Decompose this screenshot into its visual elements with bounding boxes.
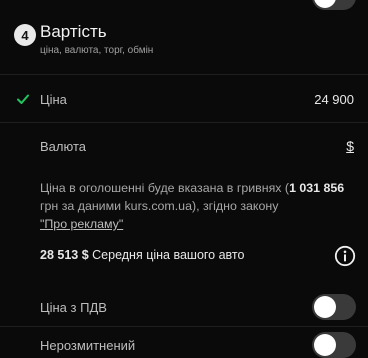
divider — [0, 74, 368, 75]
toggle-knob — [314, 0, 336, 8]
average-price: 28 513 $ Середня ціна вашого авто — [40, 248, 244, 262]
currency-label: Валюта — [40, 139, 86, 154]
notice-amount: 1 031 856 — [289, 181, 345, 195]
average-label: Середня ціна вашого авто — [92, 248, 245, 262]
info-icon[interactable] — [334, 245, 356, 272]
step-badge: 4 — [14, 24, 36, 46]
currency-notice: Ціна в оголошенні буде вказана в гривнях… — [40, 179, 358, 233]
price-label: Ціна — [40, 92, 67, 107]
customs-label: Нерозмитнений — [40, 338, 136, 353]
divider — [0, 122, 368, 123]
toggle-knob — [314, 296, 336, 318]
currency-select[interactable]: $ — [346, 138, 354, 154]
check-icon — [16, 92, 30, 111]
top-toggle[interactable] — [312, 0, 356, 10]
average-amount: 28 513 $ — [40, 248, 89, 262]
notice-text-after: грн за даними kurs.com.ua), згідно закон… — [40, 199, 279, 213]
section-subtitle: ціна, валюта, торг, обмін — [40, 45, 154, 56]
price-value[interactable]: 24 900 — [314, 92, 354, 107]
vat-label: Ціна з ПДВ — [40, 300, 107, 315]
notice-text-before: Ціна в оголошенні буде вказана в гривнях… — [40, 181, 290, 195]
divider — [0, 326, 368, 327]
customs-toggle[interactable] — [312, 332, 356, 358]
law-link[interactable]: "Про рекламу" — [40, 217, 123, 231]
section-title: Вартість — [40, 22, 107, 41]
toggle-knob — [314, 334, 336, 356]
vat-toggle[interactable] — [312, 294, 356, 320]
